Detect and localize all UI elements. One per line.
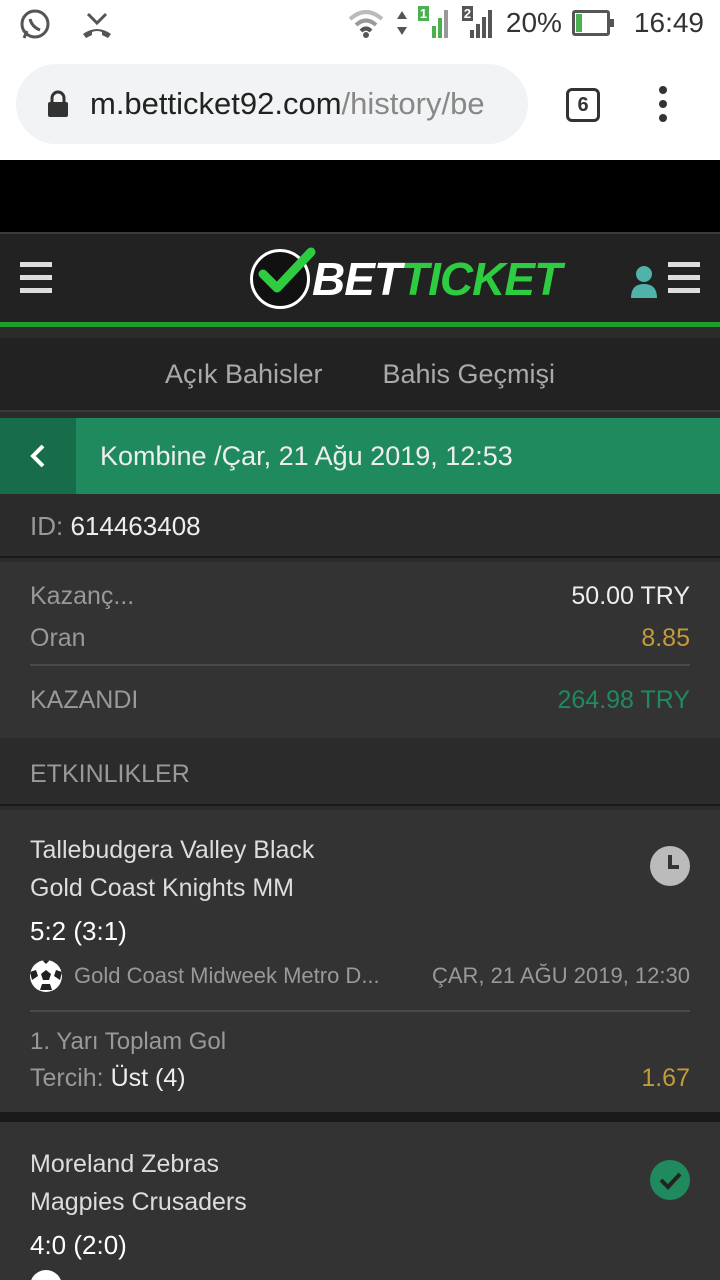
header-accent-line bbox=[0, 322, 720, 327]
back-button[interactable] bbox=[0, 418, 76, 494]
football-icon bbox=[30, 1270, 62, 1280]
logo-text-ticket: TICKET bbox=[401, 253, 562, 305]
league-name: Gold Coast Midweek Metro D... bbox=[74, 963, 380, 988]
result-row: KAZANDI 264.98 TRY bbox=[30, 686, 690, 715]
event-date: ÇAR, 21 AĞU 2019, 12:30 bbox=[431, 963, 690, 988]
match-score: 4:0 (2:0) bbox=[30, 1230, 127, 1260]
away-team: Magpies Crusaders bbox=[30, 1188, 247, 1216]
odds-row: Oran 8.85 bbox=[30, 624, 690, 653]
summary-divider bbox=[30, 664, 690, 666]
url-bar[interactable]: m.betticket92.com/history/be bbox=[16, 64, 528, 144]
ticket-title: Kombine /Çar, 21 Ağu 2019, 12:53 bbox=[100, 441, 513, 471]
missed-call-icon bbox=[83, 12, 111, 38]
whatsapp-icon bbox=[20, 9, 50, 39]
user-menu-lines-icon bbox=[668, 262, 700, 301]
user-menu-button[interactable] bbox=[630, 262, 700, 301]
pick-label: Tercih: bbox=[30, 1064, 104, 1092]
pick-odds: 1.67 bbox=[641, 1064, 690, 1092]
url-path: /history/be bbox=[341, 86, 485, 121]
check-icon bbox=[650, 1160, 690, 1200]
pick-row: Tercih: Üst (4) 1.67 bbox=[30, 1064, 690, 1093]
home-team: Moreland Zebras bbox=[30, 1150, 219, 1178]
pick-value: Üst (4) bbox=[110, 1064, 186, 1092]
tab-switcher-button[interactable]: 6 bbox=[566, 88, 600, 122]
events-header: ETKINLIKLER bbox=[0, 742, 720, 806]
event-separator bbox=[0, 1112, 720, 1122]
wifi-icon bbox=[348, 10, 384, 38]
ticket-id-value: 614463408 bbox=[70, 511, 201, 541]
data-arrows-icon bbox=[396, 11, 407, 35]
status-bar: 1 2 20% 16:49 bbox=[0, 0, 720, 52]
event-card: Tallebudgera Valley Black Gold Coast Kni… bbox=[0, 810, 720, 1112]
main-menu-icon[interactable] bbox=[20, 262, 52, 296]
sim2-signal-icon: 2 bbox=[461, 6, 496, 40]
tab-open-bets[interactable]: Açık Bahisler bbox=[165, 359, 323, 390]
lock-icon bbox=[48, 90, 68, 117]
browser-menu-icon[interactable] bbox=[656, 86, 670, 126]
battery-icon bbox=[571, 10, 614, 36]
tab-bet-history[interactable]: Bahis Geçmişi bbox=[383, 359, 556, 390]
event-card: Moreland Zebras Magpies Crusaders 4:0 (2… bbox=[0, 1122, 720, 1280]
site-header: BETTICKET bbox=[0, 232, 720, 324]
sim1-signal-icon: 1 bbox=[417, 6, 452, 40]
browser-toolbar: m.betticket92.com/history/be 6 bbox=[0, 52, 720, 160]
event-meta: Gold Coast Midweek Metro D... ÇAR, 21 AĞ… bbox=[30, 960, 690, 992]
football-icon bbox=[30, 960, 62, 992]
home-team: Tallebudgera Valley Black bbox=[30, 836, 315, 864]
top-banner bbox=[0, 160, 720, 232]
odds-label: Oran bbox=[30, 624, 86, 652]
ticket-summary: Kazanç... 50.00 TRY Oran 8.85 KAZANDI 26… bbox=[0, 562, 720, 738]
clock-time: 16:49 bbox=[633, 7, 704, 38]
url-host: m.betticket92.com bbox=[90, 86, 342, 121]
stake-label: Kazanç... bbox=[30, 582, 135, 610]
market-name: 1. Yarı Toplam Gol bbox=[30, 1028, 227, 1055]
ticket-id-label: ID: bbox=[30, 511, 64, 541]
stake-row: Kazanç... 50.00 TRY bbox=[30, 582, 690, 611]
clock-icon bbox=[650, 846, 690, 886]
odds-value: 8.85 bbox=[641, 624, 690, 652]
result-label: KAZANDI bbox=[30, 686, 139, 714]
result-value: 264.98 TRY bbox=[557, 686, 690, 714]
match-score: 5:2 (3:1) bbox=[30, 916, 127, 946]
logo-text-bet: BET bbox=[312, 253, 402, 305]
user-icon bbox=[631, 265, 657, 298]
logo-check-icon bbox=[250, 247, 316, 309]
bet-tabs: Açık Bahisler Bahis Geçmişi bbox=[0, 338, 720, 412]
ticket-id-row: ID: 614463408 bbox=[0, 494, 720, 558]
event-divider bbox=[30, 1010, 690, 1012]
stake-value: 50.00 TRY bbox=[571, 582, 690, 610]
battery-percent: 20% bbox=[505, 7, 562, 38]
betticket-logo[interactable]: BETTICKET bbox=[250, 247, 562, 310]
ticket-title-bar: Kombine /Çar, 21 Ağu 2019, 12:53 bbox=[0, 418, 720, 494]
chevron-left-icon bbox=[30, 444, 45, 468]
away-team: Gold Coast Knights MM bbox=[30, 874, 294, 902]
